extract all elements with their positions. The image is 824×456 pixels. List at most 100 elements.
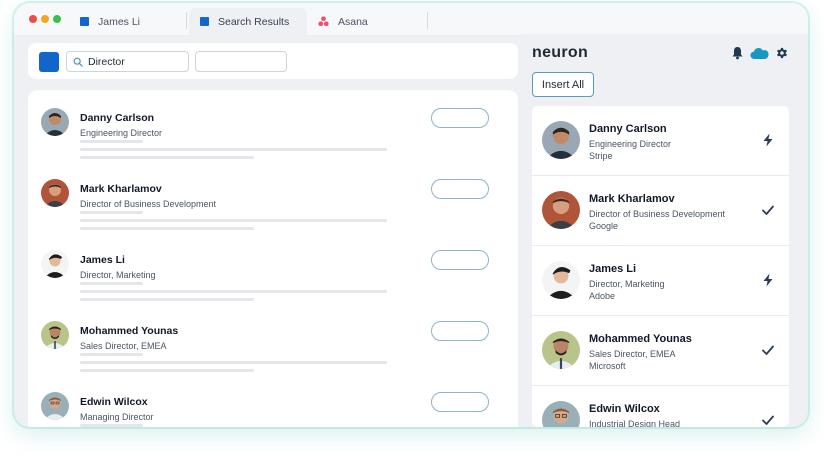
gear-icon[interactable] <box>775 46 789 60</box>
avatar <box>542 261 580 299</box>
contact-name: James Li <box>589 263 637 275</box>
close-window-button[interactable] <box>29 15 37 23</box>
result-row: James Li Director, Marketing <box>28 250 518 321</box>
contact-name: Mark Kharlamov <box>589 193 675 205</box>
skeleton-line <box>80 361 387 364</box>
bell-icon[interactable] <box>731 46 744 60</box>
contact-title: Sales Director, EMEA <box>589 349 676 359</box>
search-icon <box>73 57 83 67</box>
contact-name: Danny Carlson <box>589 123 667 135</box>
avatar <box>41 108 69 136</box>
search-input[interactable]: Director <box>66 51 189 72</box>
result-title: Engineering Director <box>80 128 163 138</box>
skeleton-line <box>80 282 143 285</box>
avatar <box>542 191 580 229</box>
skeleton-line <box>80 369 254 372</box>
lightning-icon[interactable] <box>761 273 775 287</box>
result-action-button[interactable] <box>431 179 489 199</box>
neuron-logo: neuron <box>532 44 589 61</box>
salesforce-cloud-icon[interactable] <box>750 47 769 60</box>
result-title: Director of Business Development <box>80 199 217 209</box>
contact-card[interactable]: James Li Director, Marketing Adobe <box>532 246 789 316</box>
avatar <box>41 392 69 420</box>
skeleton-line <box>80 227 254 230</box>
skeleton-line <box>80 219 387 222</box>
check-icon <box>762 205 774 215</box>
browser-tab-bar: James Li Search Results Asana <box>14 3 808 35</box>
results-list: Danny Carlson Engineering Director Mark … <box>28 90 518 427</box>
contact-title: Industrial Design Head <box>589 419 681 427</box>
result-title: Sales Director, EMEA <box>80 341 167 351</box>
contact-name: Edwin Wilcox <box>589 403 660 415</box>
skeleton-line <box>80 156 254 159</box>
result-name[interactable]: James Li <box>80 254 125 266</box>
blue-square-icon <box>80 17 89 26</box>
avatar <box>542 401 580 427</box>
check-icon <box>762 345 774 355</box>
result-row: Edwin Wilcox Managing Director <box>28 392 518 427</box>
search-bar: Director <box>28 43 518 79</box>
contact-title: Director of Business Development <box>589 209 726 219</box>
check-icon <box>762 415 774 425</box>
contact-name: Mohammed Younas <box>589 333 692 345</box>
maximize-window-button[interactable] <box>53 15 61 23</box>
result-row: Danny Carlson Engineering Director <box>28 108 518 179</box>
result-action-button[interactable] <box>431 108 489 128</box>
result-action-button[interactable] <box>431 250 489 270</box>
skeleton-line <box>80 298 254 301</box>
result-name[interactable]: Mohammed Younas <box>80 325 178 337</box>
tab-search-results[interactable]: Search Results <box>189 8 307 35</box>
result-row: Mohammed Younas Sales Director, EMEA <box>28 321 518 392</box>
result-title: Director, Marketing <box>80 270 156 280</box>
result-action-button[interactable] <box>431 321 489 341</box>
minimize-window-button[interactable] <box>41 15 49 23</box>
window-controls <box>29 15 61 23</box>
contact-card[interactable]: Edwin Wilcox Industrial Design Head <box>532 386 789 427</box>
blue-square-icon <box>200 17 209 26</box>
contact-card[interactable]: Danny Carlson Engineering Director Strip… <box>532 106 789 176</box>
search-results-page: Director Danny Carlson Engineering Direc… <box>28 43 518 427</box>
app-logo-button[interactable] <box>39 52 59 72</box>
contact-title: Engineering Director <box>589 139 672 149</box>
result-action-button[interactable] <box>431 392 489 412</box>
result-name[interactable]: Edwin Wilcox <box>80 396 148 408</box>
tab-asana[interactable]: Asana <box>307 8 425 35</box>
skeleton-line <box>80 148 387 151</box>
browser-window: James Li Search Results Asana Director D… <box>14 3 808 427</box>
tab-divider <box>186 12 187 29</box>
tab-label: James Li <box>98 15 141 28</box>
result-name[interactable]: Danny Carlson <box>80 112 154 124</box>
contact-company: Microsoft <box>589 361 626 371</box>
skeleton-line <box>80 140 143 143</box>
avatar <box>542 331 580 369</box>
contact-company: Google <box>589 221 619 231</box>
contact-company: Stripe <box>589 151 613 161</box>
insert-all-button[interactable]: Insert All <box>532 72 594 97</box>
skeleton-line <box>80 211 143 214</box>
contact-card[interactable]: Mark Kharlamov Director of Business Deve… <box>532 176 789 246</box>
result-name[interactable]: Mark Kharlamov <box>80 183 162 195</box>
avatar <box>41 250 69 278</box>
contact-title: Director, Marketing <box>589 279 665 289</box>
tab-james-li[interactable]: James Li <box>69 8 184 35</box>
avatar <box>542 121 580 159</box>
neuron-sidebar: neuron Insert All Danny Carlson Engineer… <box>521 34 808 427</box>
lightning-icon[interactable] <box>761 133 775 147</box>
skeleton-line <box>80 290 387 293</box>
avatar <box>41 179 69 207</box>
contact-company: Adobe <box>589 291 616 301</box>
tab-label: Asana <box>338 15 368 28</box>
result-row: Mark Kharlamov Director of Business Deve… <box>28 179 518 250</box>
tab-label: Search Results <box>218 15 290 28</box>
contact-card[interactable]: Mohammed Younas Sales Director, EMEA Mic… <box>532 316 789 386</box>
asana-logo-icon <box>318 16 329 27</box>
contact-list: Danny Carlson Engineering Director Strip… <box>532 106 789 427</box>
result-title: Managing Director <box>80 412 154 422</box>
avatar <box>41 321 69 349</box>
search-query: Director <box>88 55 125 68</box>
filter-input[interactable] <box>195 51 287 72</box>
tab-divider <box>427 12 428 29</box>
skeleton-line <box>80 353 143 356</box>
skeleton-line <box>80 424 143 427</box>
sidebar-header-icons <box>731 46 789 60</box>
